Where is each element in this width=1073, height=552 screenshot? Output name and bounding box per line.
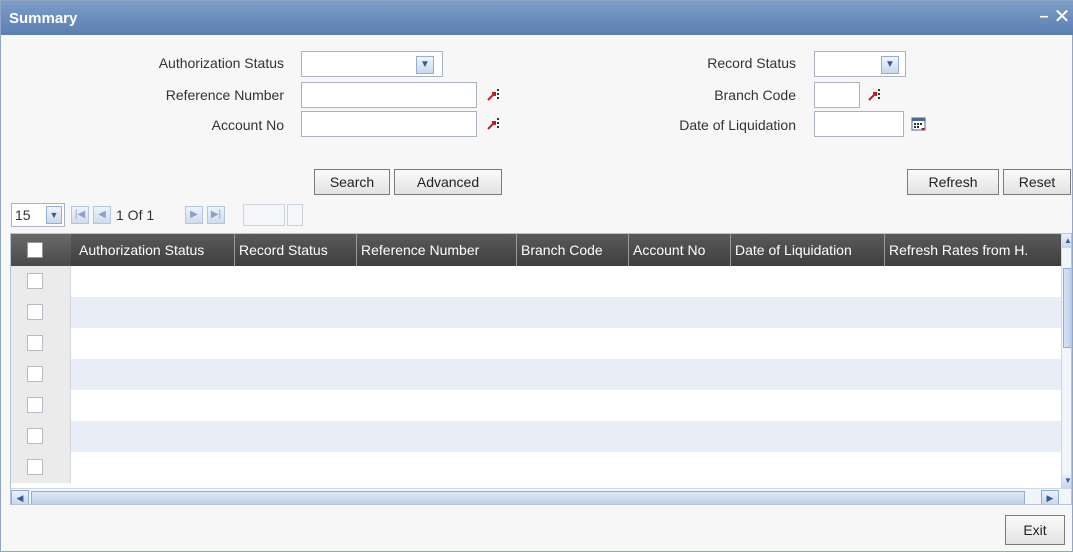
table-row[interactable] xyxy=(11,266,1063,297)
next-page-icon[interactable]: ▶ xyxy=(185,206,203,224)
chevron-down-icon[interactable]: ▼ xyxy=(46,206,62,224)
first-page-icon[interactable]: |◀ xyxy=(71,206,89,224)
select-all-checkbox[interactable] xyxy=(27,242,43,258)
vertical-scrollbar[interactable]: ▲ ▼ xyxy=(1061,234,1071,488)
minimize-button[interactable]: – xyxy=(1037,9,1051,25)
goto-page-input[interactable] xyxy=(243,204,285,226)
pagination-bar: 15 ▼ |◀ ◀ 1 Of 1 ▶ ▶| xyxy=(1,201,1073,229)
reset-button[interactable]: Reset xyxy=(1003,169,1071,195)
column-header-record-status[interactable]: Record Status xyxy=(235,234,357,266)
table-row[interactable] xyxy=(11,328,1063,359)
table-row[interactable] xyxy=(11,421,1063,452)
row-checkbox[interactable] xyxy=(27,366,43,382)
refresh-button[interactable]: Refresh xyxy=(907,169,999,195)
chevron-down-icon[interactable]: ▼ xyxy=(881,56,899,74)
reference-number-input[interactable] xyxy=(301,82,477,108)
table-row[interactable] xyxy=(11,359,1063,390)
column-header-refresh-rates[interactable]: Refresh Rates from H. xyxy=(885,234,1061,266)
advanced-button[interactable]: Advanced xyxy=(394,169,502,195)
calendar-icon[interactable] xyxy=(910,115,928,133)
branch-code-input[interactable] xyxy=(814,82,860,108)
chevron-down-icon[interactable]: ▼ xyxy=(416,56,434,74)
account-no-label: Account No xyxy=(211,117,284,133)
row-checkbox[interactable] xyxy=(27,335,43,351)
table-row[interactable] xyxy=(11,390,1063,421)
results-grid: Authorization Status Record Status Refer… xyxy=(10,233,1072,505)
scroll-down-icon[interactable]: ▼ xyxy=(1062,474,1071,488)
account-no-input[interactable] xyxy=(301,111,477,137)
last-page-icon[interactable]: ▶| xyxy=(207,206,225,224)
scroll-left-icon[interactable]: ◀ xyxy=(11,490,29,504)
row-checkbox[interactable] xyxy=(27,397,43,413)
goto-page-button[interactable] xyxy=(287,204,303,226)
table-row[interactable] xyxy=(11,452,1063,483)
column-header-branch-code[interactable]: Branch Code xyxy=(517,234,629,266)
close-button[interactable]: ✕ xyxy=(1053,7,1071,27)
search-button[interactable]: Search xyxy=(314,169,390,195)
date-of-liquidation-label: Date of Liquidation xyxy=(679,117,796,133)
horizontal-scroll-thumb[interactable] xyxy=(31,491,1025,504)
list-of-values-icon[interactable] xyxy=(487,116,501,132)
scroll-up-icon[interactable]: ▲ xyxy=(1062,234,1071,248)
page-size-value: 15 xyxy=(15,207,31,223)
list-of-values-icon[interactable] xyxy=(487,87,501,103)
table-row[interactable] xyxy=(11,297,1063,328)
branch-code-label: Branch Code xyxy=(714,87,796,103)
summary-window: Summary – ✕ Authorization Status ▼ Refer… xyxy=(0,0,1073,552)
row-checkbox[interactable] xyxy=(27,273,43,289)
select-all-cell xyxy=(11,234,71,266)
column-header-date-of-liquidation[interactable]: Date of Liquidation xyxy=(731,234,885,266)
row-checkbox[interactable] xyxy=(27,459,43,475)
reference-number-label: Reference Number xyxy=(165,87,284,103)
scroll-right-icon[interactable]: ▶ xyxy=(1041,490,1059,504)
exit-button[interactable]: Exit xyxy=(1005,515,1065,545)
row-checkbox[interactable] xyxy=(27,304,43,320)
authorization-status-select[interactable]: ▼ xyxy=(301,51,443,77)
column-header-account-no[interactable]: Account No xyxy=(629,234,731,266)
authorization-status-label: Authorization Status xyxy=(158,55,284,71)
vertical-scroll-thumb[interactable] xyxy=(1063,268,1071,348)
window-title: Summary xyxy=(9,10,78,27)
list-of-values-icon[interactable] xyxy=(868,87,882,103)
prev-page-icon[interactable]: ◀ xyxy=(93,206,111,224)
row-checkbox[interactable] xyxy=(27,428,43,444)
column-header-authorization-status[interactable]: Authorization Status xyxy=(71,234,235,266)
record-status-select[interactable]: ▼ xyxy=(814,51,906,77)
page-size-select[interactable]: 15 ▼ xyxy=(11,203,65,227)
title-bar: Summary – ✕ xyxy=(1,1,1073,35)
page-info: 1 Of 1 xyxy=(116,207,155,223)
date-of-liquidation-input[interactable] xyxy=(814,111,904,137)
grid-header: Authorization Status Record Status Refer… xyxy=(11,234,1071,266)
horizontal-scrollbar[interactable]: ◀ ▶ xyxy=(11,488,1071,504)
record-status-label: Record Status xyxy=(707,55,796,71)
column-header-reference-number[interactable]: Reference Number xyxy=(357,234,517,266)
